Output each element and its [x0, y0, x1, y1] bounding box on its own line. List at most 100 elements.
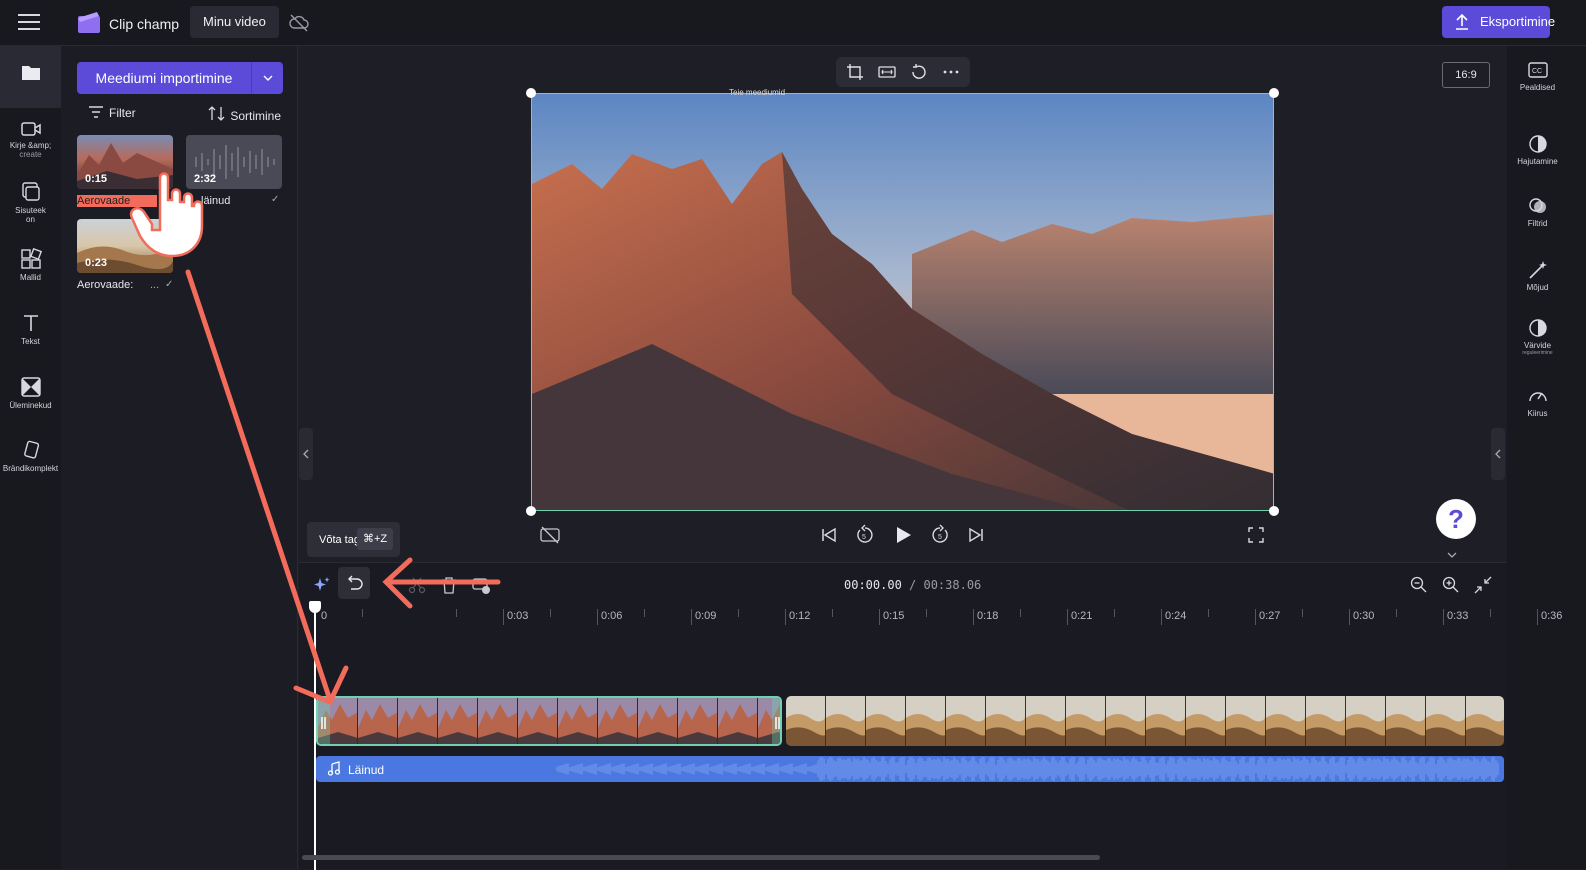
ruler-tick-label: 0:18 [977, 610, 999, 622]
nav-item-templates[interactable]: Mallid [0, 248, 61, 282]
menu-icon[interactable] [18, 14, 40, 32]
right-item-effects[interactable]: Mõjud [1507, 260, 1568, 292]
ruler-minor-tick [550, 609, 551, 617]
collapse-left-panel[interactable] [299, 428, 313, 480]
right-item-label: Kiirus [1527, 409, 1548, 418]
resize-handle[interactable] [1269, 506, 1279, 516]
hide-preview-icon[interactable] [539, 524, 561, 546]
media-name: Aerovaade [77, 195, 157, 207]
zoom-in-icon[interactable] [1441, 575, 1461, 595]
timecode: 00:00.00 / 00:38.06 [844, 578, 981, 592]
nav-item-brand-kit[interactable]: Brändikomplekt [0, 439, 61, 473]
fullscreen-icon[interactable] [1245, 524, 1267, 546]
ruler-minor-tick [1114, 609, 1115, 617]
right-item-fade[interactable]: Hajutamine [1507, 134, 1568, 166]
forward-5-icon[interactable]: 5 [929, 524, 951, 546]
preview-toolbar [836, 57, 970, 87]
ruler-tick [785, 609, 786, 625]
nav-item-text[interactable]: Tekst [0, 312, 61, 346]
ruler-minor-tick [832, 609, 833, 617]
media-item-aerial-1[interactable]: 0:15 [77, 135, 173, 189]
ruler-minor-tick [456, 609, 457, 617]
video-preview[interactable] [531, 93, 1274, 511]
ruler-tick [879, 609, 880, 625]
nav-item-transitions[interactable]: Üleminekud [0, 376, 61, 410]
media-more[interactable]: ... [150, 279, 159, 291]
resize-handle[interactable] [526, 506, 536, 516]
right-item-captions[interactable]: CC Pealdised [1507, 60, 1568, 92]
right-item-color-adjust[interactable]: Värvide reguleerimine [1507, 318, 1568, 356]
timeline-ruler[interactable]: 0 0:03 0:06 0:09 0:12 0:15 0:18 0:21 0:24 0:27 0:3… [299, 605, 1562, 629]
ruler-minor-tick [1490, 609, 1491, 617]
video-clip-mountain[interactable] [316, 696, 782, 746]
upload-icon [1456, 13, 1468, 30]
nav-label: Mallid [20, 273, 41, 282]
media-item-aerial-2[interactable]: 0:23 [77, 219, 173, 273]
sparkle-icon[interactable] [312, 575, 332, 595]
right-item-filters[interactable]: Filtrid [1507, 196, 1568, 228]
ruler-tick-label: 0:12 [789, 610, 811, 622]
add-to-timeline-icon[interactable] [471, 575, 491, 595]
split-icon[interactable] [407, 575, 427, 595]
export-button[interactable]: Eksportimine [1442, 6, 1555, 38]
import-label: Meediumi importimine [95, 70, 233, 86]
ruler-minor-tick [362, 609, 363, 617]
chevron-left-icon [303, 449, 309, 459]
color-adjust-icon [1528, 319, 1547, 337]
video-clip-desert[interactable] [786, 696, 1504, 746]
media-item-audio[interactable]: 2:32 [186, 135, 282, 189]
ruler-minor-tick [1302, 609, 1303, 617]
audio-clip[interactable]: Läinud [316, 756, 1504, 782]
effects-icon [1528, 261, 1547, 279]
captions-icon: CC [1527, 62, 1548, 78]
ruler-tick [1537, 609, 1538, 625]
aspect-ratio-button[interactable]: 16:9 [1442, 62, 1490, 88]
undo-button[interactable] [338, 567, 370, 599]
cloud-off-icon[interactable] [288, 12, 310, 34]
fit-icon[interactable] [878, 63, 896, 81]
zoom-out-icon[interactable] [1409, 575, 1429, 595]
speed-icon [1528, 392, 1547, 402]
fit-timeline-icon[interactable] [1473, 575, 1493, 595]
added-check-icon: ✓ [271, 194, 280, 205]
current-time: 00:00.00 [844, 578, 902, 592]
resize-handle[interactable] [1269, 88, 1279, 98]
delete-icon[interactable] [439, 575, 459, 595]
rotate-icon[interactable] [910, 63, 928, 81]
help-button[interactable]: ? [1436, 499, 1476, 539]
skip-forward-icon[interactable] [965, 524, 987, 546]
media-duration: 2:32 [194, 173, 217, 185]
import-media-button[interactable]: Meediumi importimine [77, 62, 283, 94]
ruler-minor-tick [644, 609, 645, 617]
crop-icon[interactable] [846, 63, 864, 81]
media-duration: 0:23 [85, 257, 108, 269]
resize-handle[interactable] [526, 88, 536, 98]
media-name: läinud [201, 195, 231, 207]
more-options-icon[interactable] [942, 63, 960, 81]
right-properties-nav: CC Pealdised Hajutamine Filtrid Mõjud Vä… [1507, 46, 1586, 869]
text-icon [23, 315, 38, 331]
nav-item-record[interactable]: Kirje &amp; create [0, 120, 61, 159]
play-icon[interactable] [892, 524, 914, 546]
collapse-right-panel[interactable] [1491, 428, 1505, 480]
right-item-speed[interactable]: Kiirus [1507, 386, 1568, 418]
nav-label: Kirje &amp; [9, 141, 52, 150]
project-title[interactable]: Minu video [190, 6, 279, 38]
ruler-tick-label: 0:21 [1071, 610, 1093, 622]
nav-item-content-library[interactable]: Sisuteek on [0, 181, 61, 224]
total-time: / 00:38.06 [909, 578, 982, 592]
timeline-scrollbar[interactable] [302, 855, 1100, 860]
filter-button[interactable]: Filter [89, 106, 136, 120]
import-dropdown[interactable] [251, 62, 283, 94]
nav-sublabel: create [19, 150, 42, 159]
rewind-5-icon[interactable]: 5 [854, 524, 876, 546]
skip-back-icon[interactable] [818, 524, 840, 546]
nav-item-media[interactable] [0, 46, 61, 108]
right-item-label: Filtrid [1527, 219, 1548, 228]
sort-button[interactable]: Sortimine [208, 106, 281, 123]
preview-area: 16:9 Teie meediumid 5 5 [299, 46, 1507, 562]
clip-filmstrip [318, 698, 780, 744]
chevron-down-icon[interactable] [1445, 548, 1459, 562]
right-item-label: Pealdised [1519, 83, 1556, 92]
right-item-label: Mõjud [1526, 283, 1549, 292]
